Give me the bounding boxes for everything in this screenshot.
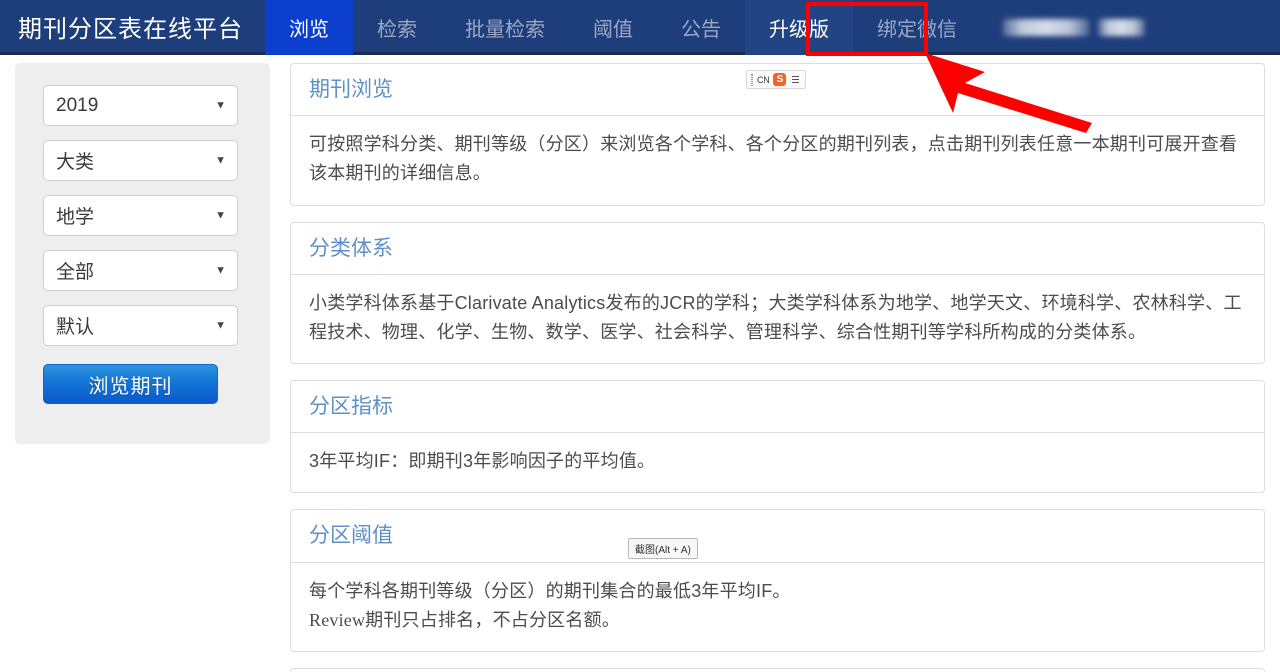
panel-text-line: 每个学科各期刊等级（分区）的期刊集合的最低3年平均IF。	[309, 580, 791, 601]
nav-item-threshold[interactable]: 阈值	[569, 0, 657, 55]
nav-item-upgrade[interactable]: 升级版	[745, 0, 853, 55]
panel-body: 小类学科体系基于Clarivate Analytics发布的JCR的学科；大类学…	[291, 275, 1264, 363]
panel-heading: 期刊浏览 CN S	[291, 64, 1264, 117]
nav-item-bind-wechat[interactable]: 绑定微信	[853, 0, 981, 55]
select-zone[interactable]: 全部 ▼	[43, 250, 238, 291]
select-sort-value: 默认	[56, 317, 95, 338]
nav-item-announcement[interactable]: 公告	[657, 0, 745, 55]
panel-heading: 分类体系	[291, 223, 1264, 275]
sidebar-column: 2019 ▼ 大类 ▼ 地学 ▼ 全部 ▼ 默认 ▼ 浏览期刊	[0, 55, 290, 444]
panel-title: 分区指标	[309, 395, 393, 418]
chevron-down-icon: ▼	[215, 209, 226, 221]
panel-title: 期刊浏览	[309, 78, 393, 101]
nav-item-browse[interactable]: 浏览	[265, 0, 353, 55]
chevron-down-icon: ▼	[215, 319, 226, 331]
panel-text-line: 小类学科体系基于Clarivate Analytics发布的JCR的学科；大类学…	[309, 292, 1242, 342]
browse-journals-button[interactable]: 浏览期刊	[43, 364, 218, 404]
user-account-blur-2	[1098, 19, 1145, 36]
user-account-redacted[interactable]	[981, 0, 1145, 55]
chevron-down-icon: ▼	[215, 99, 226, 111]
select-year[interactable]: 2019 ▼	[43, 85, 238, 126]
nav-item-bind-wechat-label: 绑定微信	[877, 19, 957, 41]
panel-zone-threshold: 分区阈值 截图(Alt + A) 每个学科各期刊等级（分区）的期刊集合的最低3年…	[290, 509, 1265, 652]
panel-classification-system: 分类体系 小类学科体系基于Clarivate Analytics发布的JCR的学…	[290, 221, 1265, 364]
ime-language-label[interactable]: CN	[757, 75, 770, 85]
panel-title: 分区阈值	[309, 524, 393, 548]
top-navigation-bar: 期刊分区表在线平台 浏览 检索 批量检索 阈值 公告 升级版 绑定微信	[0, 0, 1280, 56]
select-category-value: 大类	[56, 152, 95, 173]
panel-heading: 分区阈值 截图(Alt + A)	[291, 510, 1264, 563]
nav-item-upgrade-label: 升级版	[769, 19, 829, 41]
panel-journal-browse: 期刊浏览 CN S 可按照学科分类、期刊等级（分区）来浏览各个学科、各个分区的期…	[290, 63, 1265, 206]
nav-item-list: 浏览 检索 批量检索 阈值 公告 升级版 绑定微信	[265, 0, 1145, 55]
select-year-value: 2019	[56, 94, 99, 116]
sogou-logo-icon[interactable]: S	[773, 73, 787, 86]
panel-heading: 分区指标	[291, 381, 1264, 434]
select-category[interactable]: 大类 ▼	[43, 140, 238, 181]
select-zone-value: 全部	[56, 262, 95, 283]
select-subject-value: 地学	[56, 207, 95, 228]
panel-body: 可按照学科分类、期刊等级（分区）来浏览各个学科、各个分区的期刊列表，点击期刊列表…	[291, 116, 1264, 204]
page-body: 2019 ▼ 大类 ▼ 地学 ▼ 全部 ▼ 默认 ▼ 浏览期刊 期刊浏览 CN …	[0, 55, 1280, 672]
nav-item-batch-search[interactable]: 批量检索	[441, 0, 569, 55]
panel-text-line: 3年平均IF：即期刊3年影响因子的平均值。	[309, 451, 656, 472]
site-title: 期刊分区表在线平台	[18, 15, 243, 43]
chevron-down-icon: ▼	[215, 154, 226, 166]
drag-handle-icon[interactable]	[751, 73, 753, 86]
panel-zone-indicator: 分区指标 3年平均IF：即期刊3年影响因子的平均值。	[290, 380, 1265, 494]
panel-text-line: Review期刊只占排名，不占分区名额。	[309, 609, 620, 630]
nav-item-announcement-label: 公告	[681, 19, 721, 41]
select-sort[interactable]: 默认 ▼	[43, 305, 238, 346]
panel-body: 3年平均IF：即期刊3年影响因子的平均值。	[291, 433, 1264, 492]
content-column: 期刊浏览 CN S 可按照学科分类、期刊等级（分区）来浏览各个学科、各个分区的期…	[290, 55, 1280, 672]
panel-body: 每个学科各期刊等级（分区）的期刊集合的最低3年平均IF。 Review期刊只占排…	[291, 563, 1264, 651]
screenshot-shortcut-tooltip: 截图(Alt + A)	[628, 538, 698, 560]
panel-title: 分类体系	[309, 236, 393, 260]
nav-item-batch-search-label: 批量检索	[465, 19, 545, 41]
filter-panel: 2019 ▼ 大类 ▼ 地学 ▼ 全部 ▼ 默认 ▼ 浏览期刊	[15, 63, 270, 444]
ime-toolbar[interactable]: CN S	[746, 70, 807, 89]
nav-item-search-label: 检索	[377, 19, 417, 41]
select-subject[interactable]: 地学 ▼	[43, 195, 238, 236]
user-account-blur-1	[1003, 19, 1089, 36]
nav-item-threshold-label: 阈值	[593, 19, 633, 41]
chevron-down-icon: ▼	[215, 264, 226, 276]
nav-item-browse-label: 浏览	[289, 19, 329, 41]
panel-text-line: 可按照学科分类、期刊等级（分区）来浏览各个学科、各个分区的期刊列表，点击期刊列表…	[309, 134, 1238, 184]
panel-subject-impact-factor: 学科影响因子	[290, 667, 1265, 672]
nav-item-search[interactable]: 检索	[353, 0, 441, 55]
ime-menu-icon[interactable]	[790, 76, 801, 83]
